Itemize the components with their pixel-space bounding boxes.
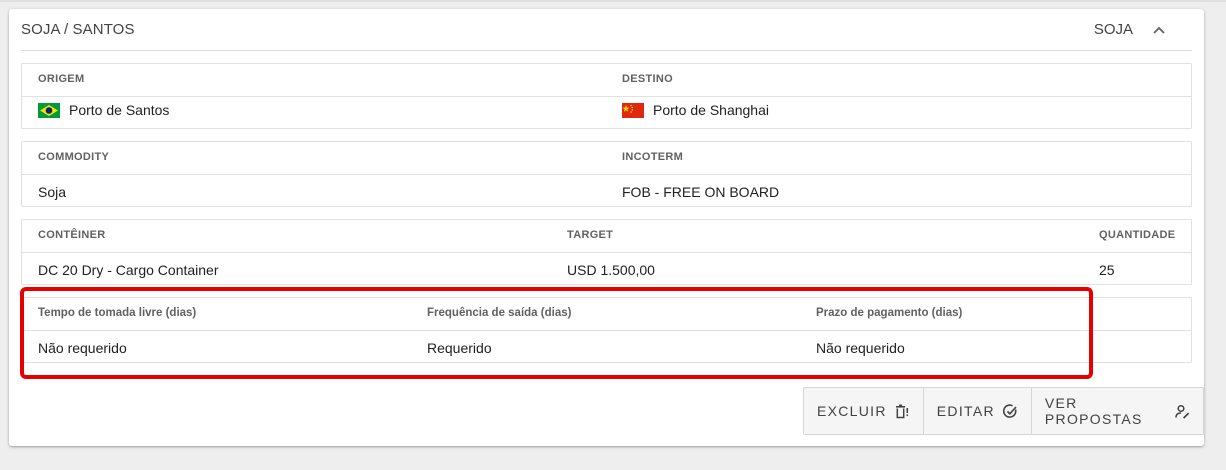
- edit-button-label: EDITAR: [936, 403, 995, 419]
- card-tag: SOJA: [1093, 21, 1133, 38]
- top-divider: [0, 0, 1226, 2]
- frequency-value: Requerido: [427, 340, 492, 356]
- container-section: CONTÊINER TARGET QUANTIDADE DC 20 Dry - …: [21, 219, 1192, 285]
- destination-label: DESTINO: [622, 73, 673, 85]
- card-header: SOJA / SANTOS SOJA: [21, 9, 1192, 51]
- free-time-value: Não requerido: [38, 340, 127, 356]
- free-time-label: Tempo de tomada livre (dias): [38, 307, 197, 319]
- china-flag-icon: [622, 102, 644, 118]
- card-title: SOJA / SANTOS: [21, 21, 135, 38]
- view-proposals-button-label: VER PROPOSTAS: [1044, 395, 1143, 427]
- container-value: DC 20 Dry - Cargo Container: [38, 262, 219, 278]
- quantity-value: 25: [1099, 262, 1115, 278]
- product-section: COMMODITY INCOTERM Soja FOB - FREE ON BO…: [21, 141, 1192, 207]
- trash-icon: [895, 404, 910, 419]
- commodity-label: COMMODITY: [38, 151, 110, 163]
- user-edit-icon: [1175, 404, 1190, 419]
- origin-value: Porto de Santos: [38, 102, 169, 118]
- container-label: CONTÊINER: [38, 229, 106, 241]
- incoterm-value: FOB - FREE ON BOARD: [622, 184, 780, 200]
- edit-button[interactable]: EDITAR: [924, 388, 1032, 434]
- quantity-label: QUANTIDADE: [1099, 229, 1176, 241]
- terms-section: Tempo de tomada livre (dias) Frequência …: [21, 297, 1192, 363]
- payment-label: Prazo de pagamento (dias): [816, 307, 963, 319]
- view-proposals-button[interactable]: VER PROPOSTAS: [1032, 388, 1203, 434]
- payment-value: Não requerido: [816, 340, 905, 356]
- commodity-value: Soja: [38, 184, 67, 200]
- origin-label: ORIGEM: [38, 73, 85, 85]
- request-card: SOJA / SANTOS SOJA ORIGEM DESTINO Porto …: [9, 9, 1204, 446]
- target-label: TARGET: [567, 229, 614, 241]
- check-circle-edit-icon: [1002, 403, 1018, 419]
- delete-button[interactable]: EXCLUIR: [804, 388, 924, 434]
- route-section: ORIGEM DESTINO Porto de Santos Porto de …: [21, 63, 1192, 129]
- action-button-group: EXCLUIR EDITAR VER PROPOSTAS: [803, 387, 1204, 435]
- destination-value: Porto de Shanghai: [622, 102, 769, 118]
- delete-button-label: EXCLUIR: [817, 403, 887, 419]
- incoterm-label: INCOTERM: [622, 151, 684, 163]
- destination-text: Porto de Shanghai: [653, 102, 769, 118]
- chevron-up-icon[interactable]: [1152, 23, 1166, 37]
- brazil-flag-icon: [38, 102, 60, 118]
- frequency-label: Frequência de saída (dias): [427, 307, 572, 319]
- origin-text: Porto de Santos: [69, 102, 170, 118]
- target-value: USD 1.500,00: [567, 262, 655, 278]
